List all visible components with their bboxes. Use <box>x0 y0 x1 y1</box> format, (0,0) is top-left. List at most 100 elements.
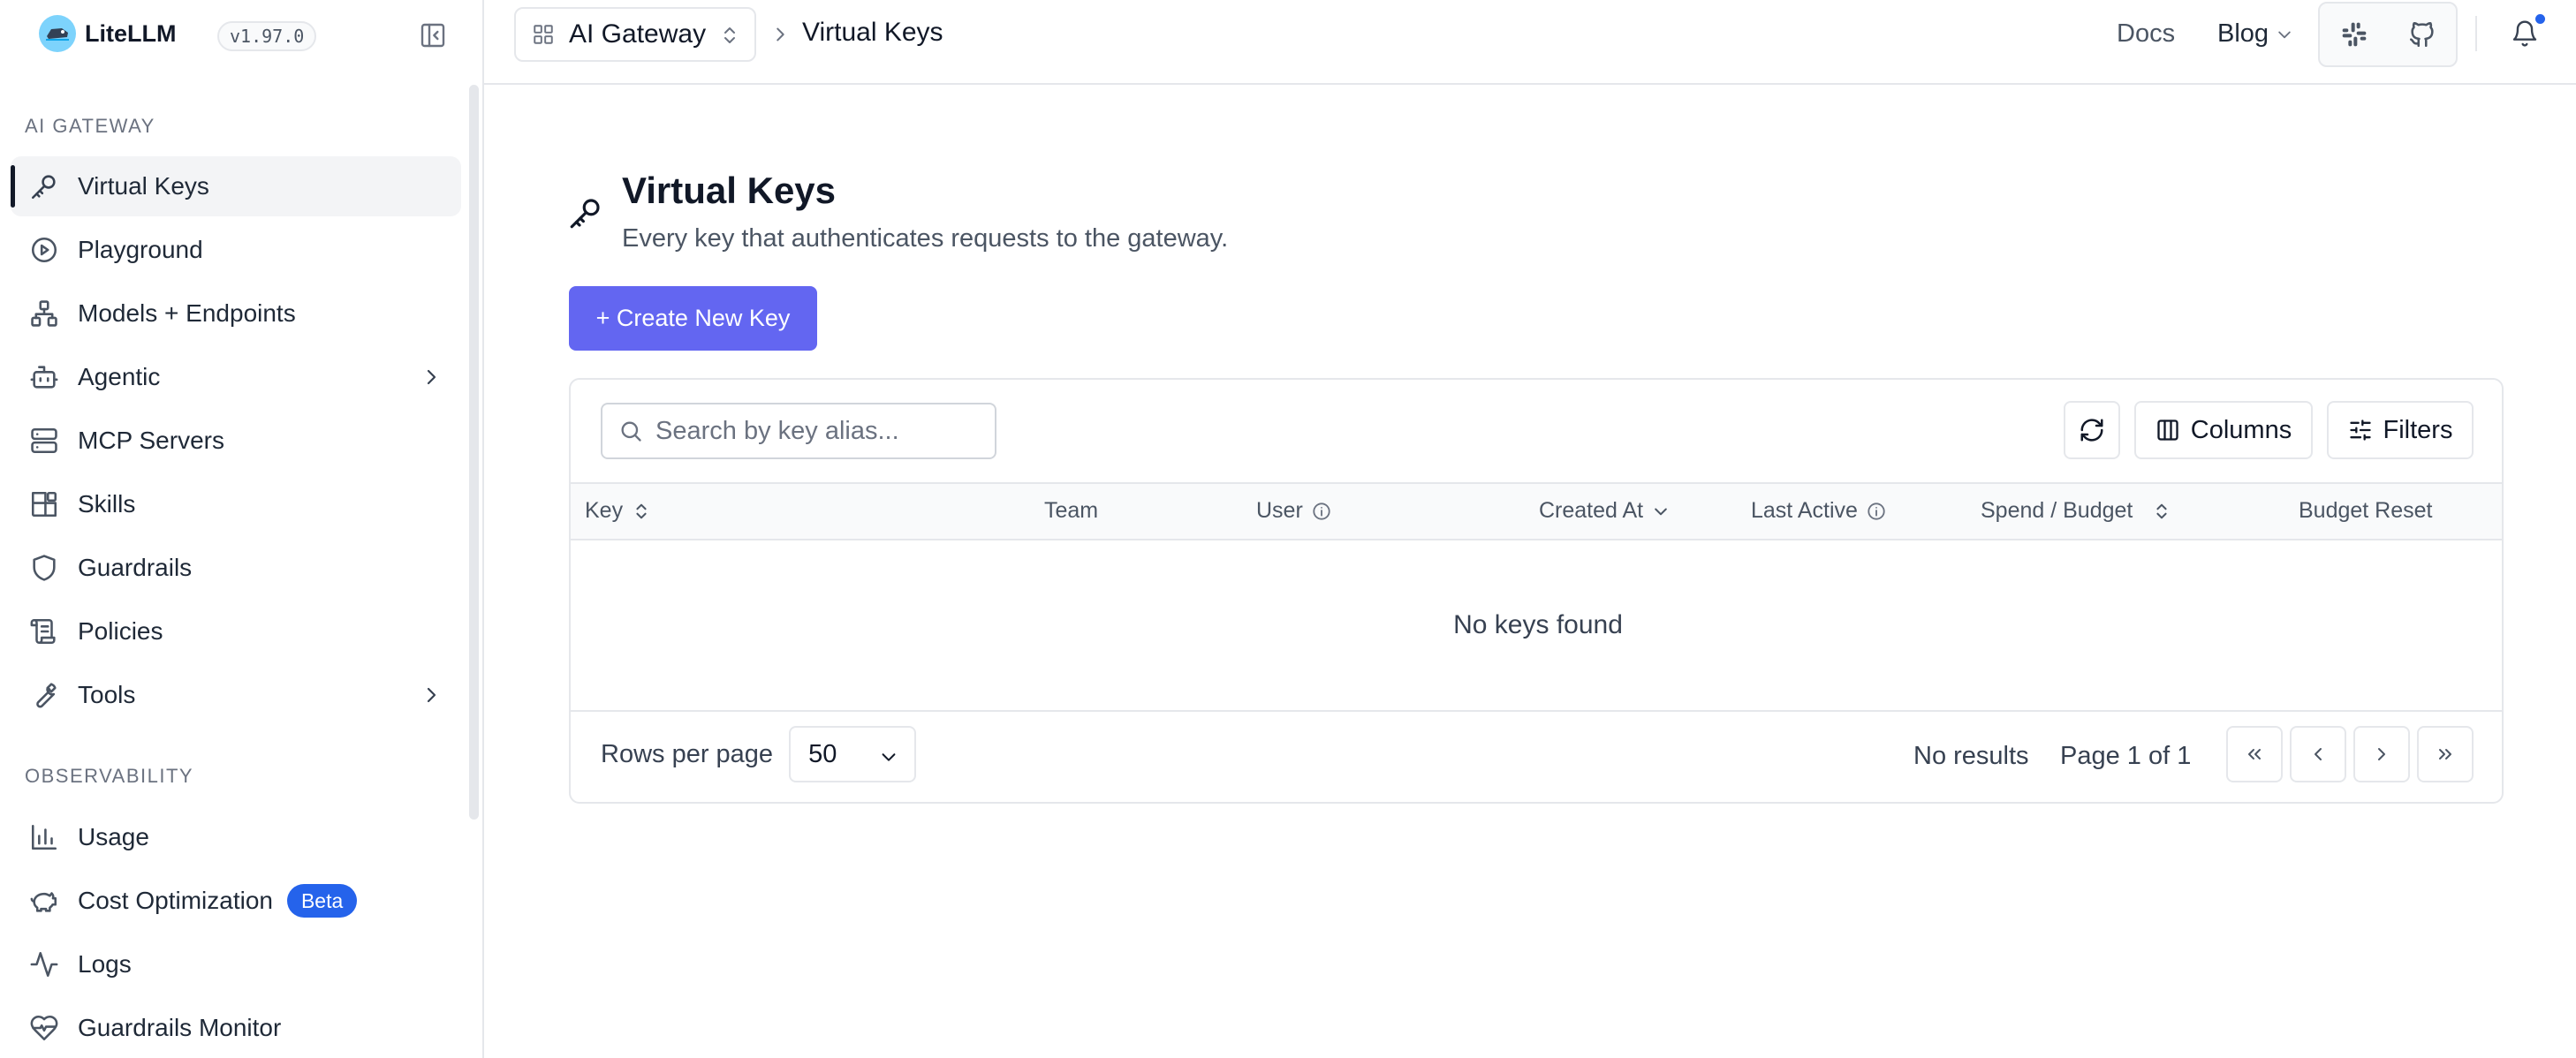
chevron-right-icon <box>420 684 442 706</box>
column-header-label: Last Active <box>1751 498 1858 523</box>
last-page-button[interactable] <box>2417 726 2474 782</box>
column-header-label: Team <box>1044 498 1099 523</box>
keys-table-panel: Columns Filters Key Team User Created At… <box>569 378 2504 804</box>
columns-button[interactable]: Columns <box>2134 401 2313 459</box>
search-input[interactable] <box>655 416 982 446</box>
sidebar-collapse-icon[interactable] <box>419 21 447 49</box>
community-links <box>2318 2 2458 67</box>
gateway-selector[interactable]: AI Gateway <box>514 7 756 62</box>
table-header: Key Team User Created At Last Active Spe… <box>571 482 2502 540</box>
scroll-icon <box>28 616 60 647</box>
topbar: AI Gateway Virtual Keys Docs Blog <box>484 0 2576 85</box>
sidebar-item-virtual-keys[interactable]: Virtual Keys <box>11 156 461 216</box>
blog-dropdown[interactable]: Blog <box>2217 19 2293 49</box>
rows-per-page-select[interactable]: 50 <box>789 726 917 782</box>
chevron-down-icon <box>2276 26 2293 43</box>
sidebar-item-label: Models + Endpoints <box>78 299 296 327</box>
refresh-button[interactable] <box>2064 401 2120 459</box>
version-badge: v1.97.0 <box>217 21 317 51</box>
play-circle-icon <box>28 234 60 266</box>
sidebar-item-logs[interactable]: Logs <box>11 934 461 994</box>
column-header-label: Spend / Budget <box>1981 498 2133 523</box>
rows-per-page-label: Rows per page <box>601 739 774 768</box>
sort-updown-icon <box>2156 503 2167 518</box>
sidebar-item-guardrails[interactable]: Guardrails <box>11 538 461 598</box>
chevron-right-icon <box>2378 748 2385 760</box>
heart-pulse-icon <box>28 1012 60 1044</box>
filters-button-label: Filters <box>2383 415 2453 444</box>
search-field[interactable] <box>601 403 996 459</box>
grid-icon <box>532 23 555 46</box>
sidebar-item-mcp-servers[interactable]: MCP Servers <box>11 411 461 471</box>
columns-button-label: Columns <box>2190 415 2292 444</box>
piggy-bank-icon <box>28 885 60 917</box>
sidebar-scrollbar[interactable] <box>469 85 479 820</box>
chevrons-up-down-icon <box>719 25 740 46</box>
sidebar-item-label: Guardrails <box>78 554 193 581</box>
sidebar-item-label: Policies <box>78 617 163 645</box>
sidebar-item-label: Tools <box>78 681 136 708</box>
sidebar-item-guardrails-monitor[interactable]: Guardrails Monitor <box>11 998 461 1058</box>
sidebar-item-label: Usage <box>78 823 149 850</box>
create-new-key-button[interactable]: + Create New Key <box>569 286 817 351</box>
brand-name: LiteLLM <box>85 19 177 47</box>
next-page-button[interactable] <box>2353 726 2410 782</box>
github-icon[interactable] <box>2388 4 2456 65</box>
sidebar-item-label: Agentic <box>78 363 161 390</box>
sidebar-item-label: Logs <box>78 950 132 978</box>
breadcrumb-chevron-icon <box>770 25 790 44</box>
section-label-ai-gateway: AI GATEWAY <box>25 115 155 137</box>
column-header-spend-budget[interactable]: Spend / Budget <box>1981 498 2171 524</box>
page-indicator: Page 1 of 1 <box>2060 742 2192 770</box>
chevrons-left-icon <box>2248 749 2261 759</box>
sidebar-item-skills[interactable]: Skills <box>11 474 461 534</box>
info-icon[interactable] <box>1312 502 1331 521</box>
chevron-down-icon <box>882 753 896 761</box>
column-header-last-active: Last Active <box>1751 498 1886 524</box>
rows-per-page-value: 50 <box>808 739 837 768</box>
docs-link[interactable]: Docs <box>2117 19 2175 49</box>
bell-icon[interactable] <box>2511 19 2539 48</box>
refresh-icon <box>2079 417 2105 443</box>
chevron-right-icon <box>420 367 442 388</box>
divider <box>2475 16 2477 51</box>
info-icon[interactable] <box>1867 502 1886 521</box>
gateway-selector-label: AI Gateway <box>569 19 707 49</box>
sidebar-item-label: MCP Servers <box>78 427 224 454</box>
sidebar-item-label: Skills <box>78 490 136 518</box>
sidebar-item-tools[interactable]: Tools <box>11 665 461 725</box>
results-count: No results <box>1913 742 2029 770</box>
sliders-icon <box>2348 418 2373 442</box>
column-header-label: Budget Reset <box>2299 498 2433 523</box>
sidebar-item-cost-optimization[interactable]: Cost Optimization Beta <box>11 871 461 931</box>
column-header-budget-reset: Budget Reset <box>2299 498 2433 524</box>
network-icon <box>28 298 60 329</box>
sidebar-item-models-endpoints[interactable]: Models + Endpoints <box>11 283 461 344</box>
first-page-button[interactable] <box>2226 726 2283 782</box>
filters-button[interactable]: Filters <box>2327 401 2474 459</box>
column-header-team: Team <box>1044 498 1098 524</box>
column-header-created-at[interactable]: Created At <box>1539 498 1670 524</box>
key-icon <box>567 194 604 231</box>
sidebar-item-usage[interactable]: Usage <box>11 807 461 867</box>
litellm-logo-icon <box>39 15 76 52</box>
sidebar-item-policies[interactable]: Policies <box>11 601 461 661</box>
chevrons-right-icon <box>2439 749 2451 759</box>
sidebar-item-label: Guardrails Monitor <box>78 1014 282 1041</box>
page-title: Virtual Keys <box>622 170 837 211</box>
page-subtitle: Every key that authenticates requests to… <box>622 224 1229 253</box>
sort-down-icon <box>1655 508 1667 515</box>
sidebar-item-agentic[interactable]: Agentic <box>11 347 461 407</box>
activity-icon <box>28 948 60 980</box>
sidebar-item-playground[interactable]: Playground <box>11 220 461 280</box>
column-header-key[interactable]: Key <box>585 498 651 524</box>
sort-updown-icon <box>636 503 647 518</box>
slack-icon[interactable] <box>2320 4 2388 65</box>
previous-page-button[interactable] <box>2290 726 2346 782</box>
sidebar: LiteLLM v1.97.0 AI GATEWAY Virtual Keys … <box>0 0 484 1058</box>
blog-label: Blog <box>2217 19 2269 48</box>
beta-badge: Beta <box>286 884 358 918</box>
column-header-label: Created At <box>1539 498 1644 523</box>
server-icon <box>28 425 60 457</box>
brand[interactable]: LiteLLM <box>39 15 177 52</box>
